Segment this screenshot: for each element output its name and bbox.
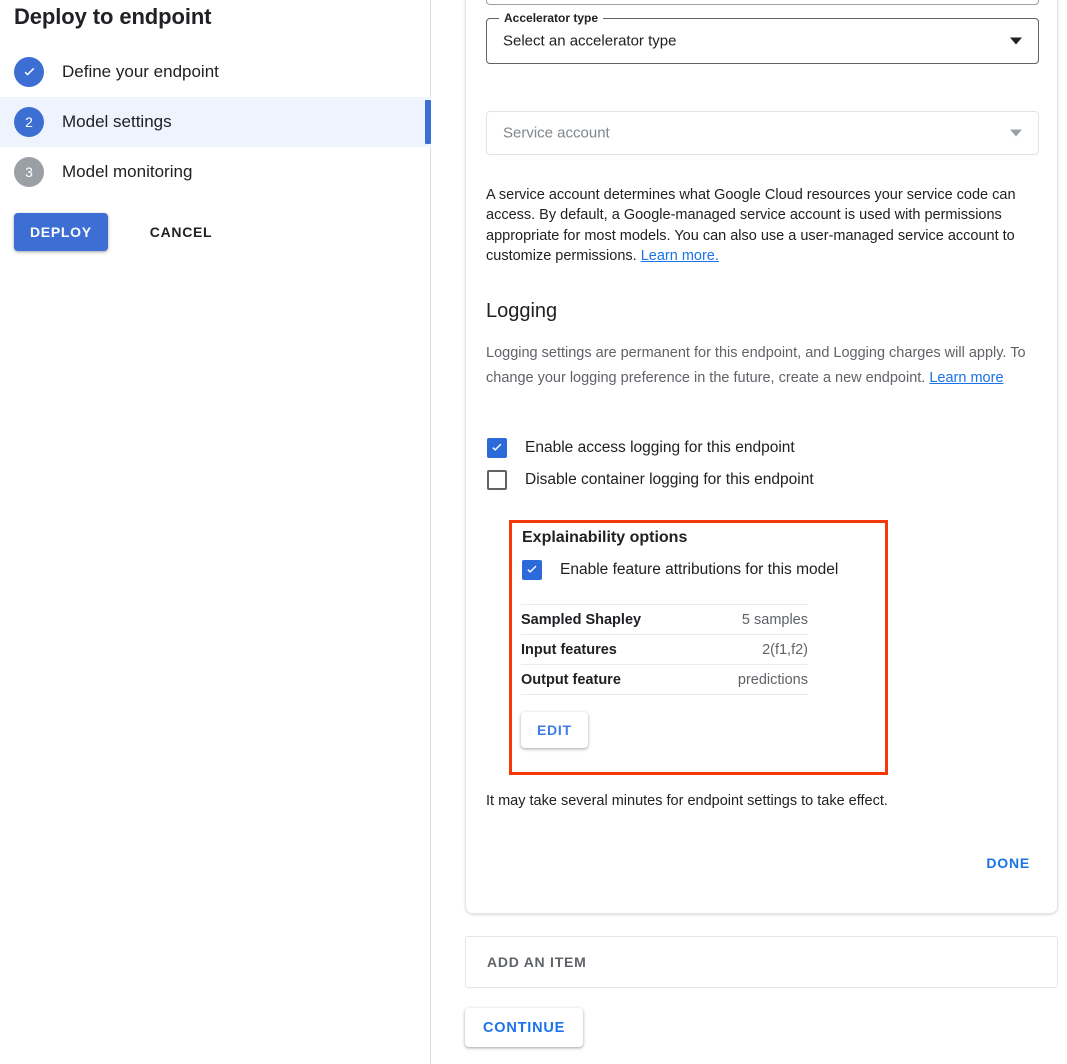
disable-container-logging-label: Disable container logging for this endpo… — [525, 471, 814, 488]
table-cell-key: Input features — [521, 634, 703, 665]
sidebar-item-label: Model monitoring — [62, 162, 193, 181]
model-settings-panel: Accelerator type Select an accelerator t… — [432, 0, 1067, 1064]
chevron-down-icon[interactable] — [1010, 37, 1022, 45]
active-step-indicator-bar — [425, 100, 431, 144]
add-an-item-button[interactable]: ADD AN ITEM — [465, 936, 1058, 988]
table-row: Sampled Shapley 5 samples — [521, 604, 808, 635]
logging-description: Logging settings are permanent for this … — [486, 341, 1036, 391]
add-an-item-label: ADD AN ITEM — [487, 954, 587, 970]
deploy-to-endpoint-screen: Deploy to endpoint Define your endpoint … — [0, 0, 1067, 1064]
table-cell-value: predictions — [702, 664, 808, 695]
service-account-select[interactable]: Service account — [486, 111, 1039, 155]
page-title: Deploy to endpoint — [14, 4, 212, 29]
service-account-learn-more-link[interactable]: Learn more. — [641, 248, 719, 264]
sidebar-item-model-monitoring[interactable]: 3 Model monitoring — [0, 147, 431, 197]
cancel-button[interactable]: CANCEL — [142, 213, 221, 251]
disable-container-logging-row[interactable]: Disable container logging for this endpo… — [487, 470, 814, 490]
service-account-help-text: A service account determines what Google… — [486, 185, 1042, 266]
enable-feature-attributions-row[interactable]: Enable feature attributions for this mod… — [522, 560, 838, 580]
sidebar-item-model-settings[interactable]: 2 Model settings — [0, 97, 431, 147]
step-3-number-marker: 3 — [14, 157, 44, 187]
table-row: Input features 2(f1,f2) — [521, 634, 808, 665]
step-2-number-marker: 2 — [14, 107, 44, 137]
check-icon — [21, 64, 38, 81]
table-cell-key: Output feature — [521, 664, 703, 695]
model-settings-card: Accelerator type Select an accelerator t… — [465, 0, 1058, 914]
disable-container-logging-checkbox[interactable] — [487, 470, 507, 490]
sidebar-item-define-your-endpoint[interactable]: Define your endpoint — [0, 47, 431, 97]
explainability-options-highlight-box: Explainability options Enable feature at… — [509, 520, 888, 775]
checkmark-icon — [489, 440, 505, 456]
done-button[interactable]: DONE — [978, 849, 1038, 877]
table-cell-key: Sampled Shapley — [521, 604, 703, 635]
table-cell-value: 5 samples — [702, 604, 808, 635]
enable-access-logging-checkbox[interactable] — [487, 438, 507, 458]
deploy-button[interactable]: DEPLOY — [14, 213, 108, 251]
accelerator-type-label: Accelerator type — [499, 11, 604, 25]
wizard-sidebar: Deploy to endpoint Define your endpoint … — [0, 0, 431, 1064]
enable-feature-attributions-checkbox[interactable] — [522, 560, 542, 580]
sidebar-item-label: Define your endpoint — [62, 62, 219, 81]
enable-feature-attributions-label: Enable feature attributions for this mod… — [560, 561, 839, 578]
checkmark-icon — [524, 562, 540, 578]
logging-learn-more-link[interactable]: Learn more — [929, 370, 1003, 386]
continue-button[interactable]: CONTINUE — [465, 1008, 584, 1047]
wizard-steps-list: Define your endpoint 2 Model settings 3 … — [0, 47, 431, 197]
table-row: Output feature predictions — [521, 664, 808, 695]
logging-heading: Logging — [486, 300, 558, 322]
accelerator-type-select[interactable]: Accelerator type Select an accelerator t… — [486, 11, 1039, 64]
sidebar-action-buttons: DEPLOY CANCEL — [0, 213, 220, 251]
chevron-down-icon[interactable] — [1010, 129, 1022, 137]
explainability-summary-table: Sampled Shapley 5 samples Input features… — [521, 604, 808, 695]
table-cell-value: 2(f1,f2) — [702, 634, 808, 665]
endpoint-effect-note: It may take several minutes for endpoint… — [486, 793, 888, 809]
sidebar-item-label: Model settings — [62, 112, 172, 131]
explainability-heading: Explainability options — [522, 529, 688, 546]
accelerator-type-value: Select an accelerator type — [503, 32, 677, 50]
enable-access-logging-row[interactable]: Enable access logging for this endpoint — [487, 438, 795, 458]
edit-explainability-button[interactable]: EDIT — [521, 712, 588, 748]
step-1-completed-marker — [14, 57, 44, 87]
partial-field-above[interactable] — [486, 0, 1039, 5]
service-account-placeholder: Service account — [503, 124, 610, 142]
service-account-help-body: A service account determines what Google… — [486, 187, 1016, 264]
enable-access-logging-label: Enable access logging for this endpoint — [525, 439, 795, 456]
